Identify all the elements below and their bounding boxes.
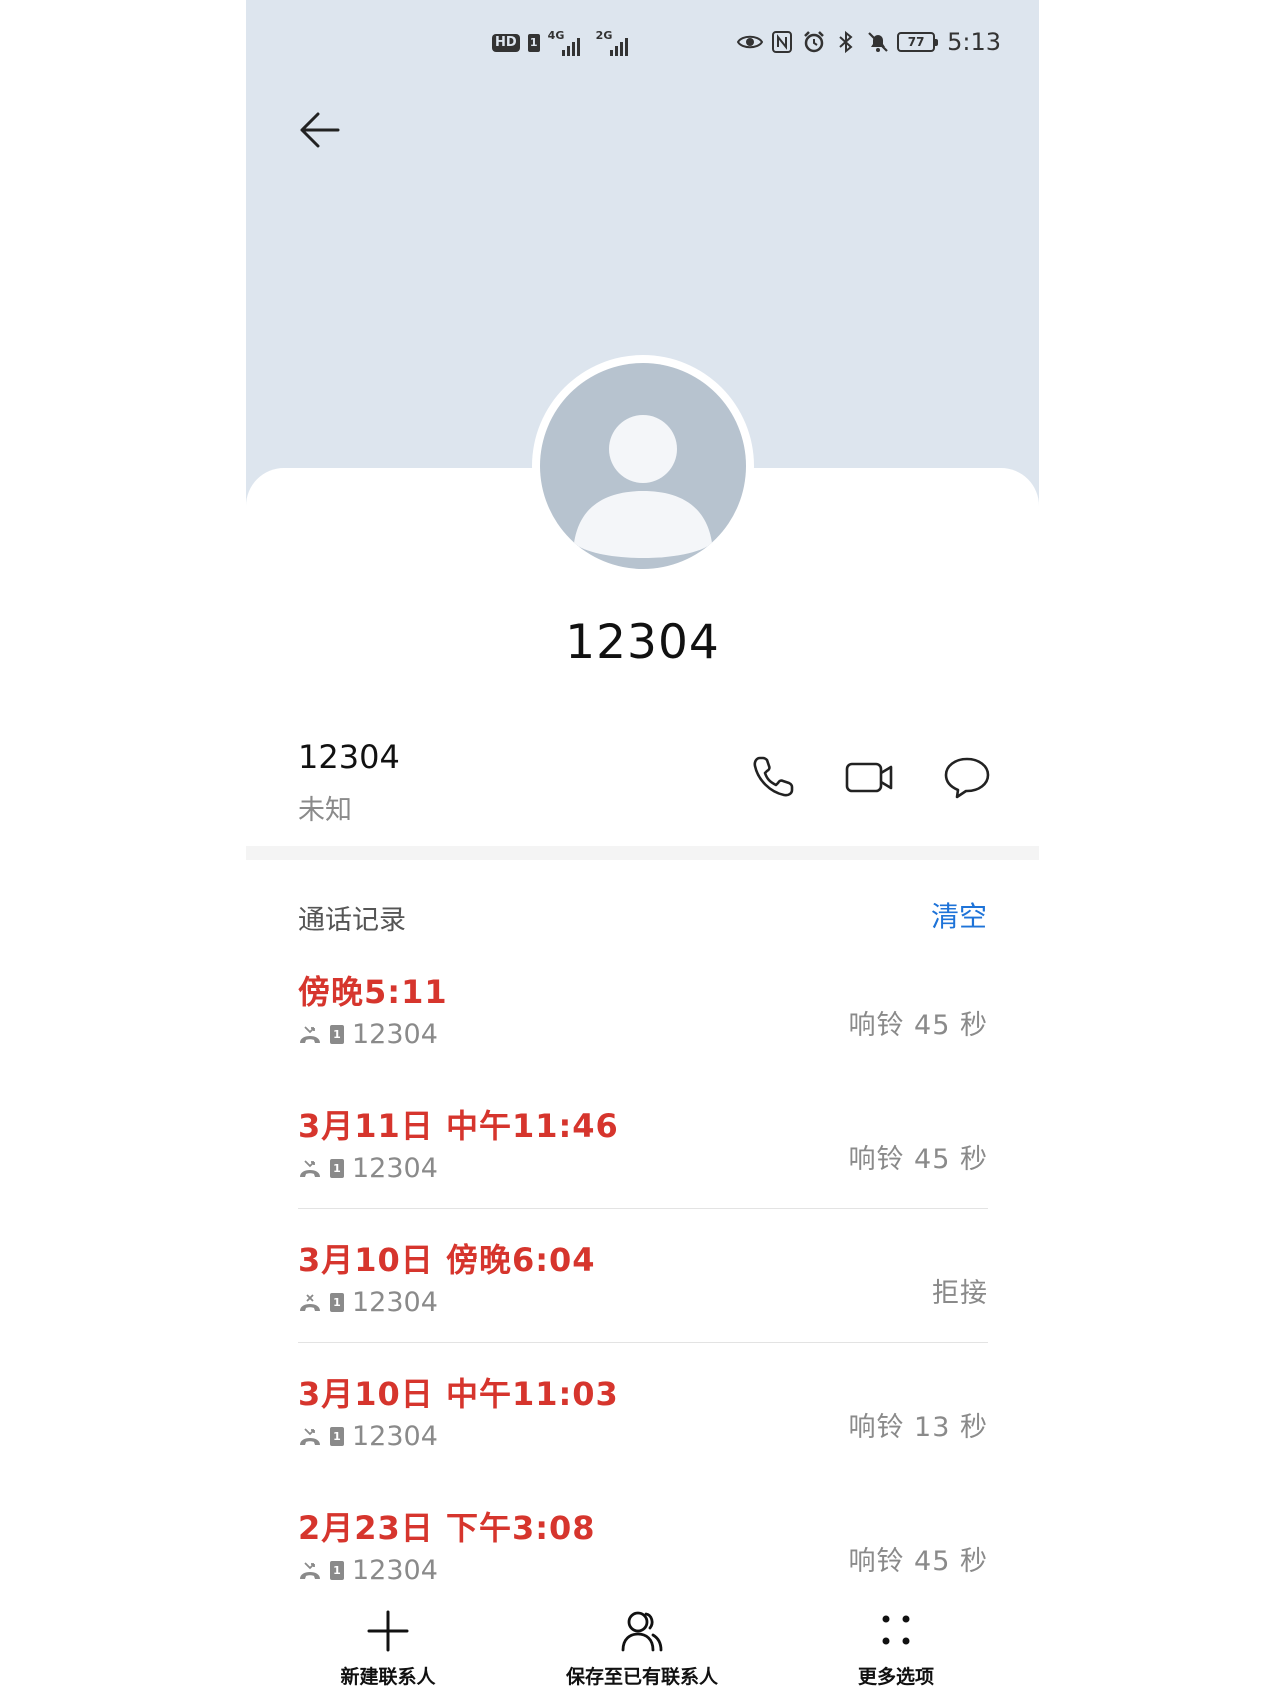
section-separator (246, 846, 1039, 860)
new-contact-button[interactable]: 新建联系人 (258, 1608, 518, 1706)
person-add-icon (621, 1611, 663, 1652)
call-log-item[interactable]: 3月10日 傍晚6:04 1 12304 拒接 (298, 1235, 988, 1369)
row-divider (298, 1342, 988, 1343)
missed-call-icon (300, 1427, 320, 1445)
call-number: 12304 (352, 1153, 438, 1184)
sim-card-icon: 1 (527, 34, 540, 52)
eye-icon (737, 29, 764, 55)
back-button[interactable] (294, 104, 346, 156)
plus-icon (367, 1610, 409, 1652)
more-dots-icon (882, 1615, 910, 1645)
chat-bubble-icon (944, 757, 990, 799)
missed-call-icon (300, 1025, 320, 1043)
sim-card-icon: 1 (330, 1159, 344, 1178)
missed-call-icon (300, 1561, 320, 1579)
alarm-icon (801, 29, 827, 55)
status-time: 5:13 (947, 28, 1001, 56)
call-duration: 拒接 (932, 1278, 988, 1309)
arrow-left-icon (300, 112, 340, 148)
battery-icon: 77 (897, 32, 939, 52)
hd-icon: HD (492, 34, 520, 52)
call-duration: 响铃 13 秒 (848, 1412, 988, 1443)
voice-call-button[interactable] (748, 752, 798, 802)
call-number: 12304 (352, 1421, 438, 1452)
phone-screen: HD 1 4G 2G 77 5:13 12304 12304 未知 通话记录 清… (246, 0, 1039, 1706)
call-number: 12304 (352, 1555, 438, 1586)
nfc-icon (769, 29, 795, 55)
number-row[interactable]: 12304 未知 (298, 738, 998, 828)
contact-name: 12304 (565, 615, 720, 670)
call-duration: 响铃 45 秒 (848, 1144, 988, 1175)
missed-call-icon (300, 1159, 320, 1177)
sim-card-icon: 1 (330, 1427, 344, 1446)
call-log-item[interactable]: 傍晚5:11 1 12304 响铃 45 秒 (298, 967, 988, 1101)
signal-4g-icon: 4G (548, 30, 588, 56)
sim-card-icon: 1 (330, 1293, 344, 1312)
more-options-button[interactable]: 更多选项 (766, 1608, 1026, 1706)
call-time: 3月10日 傍晚6:04 (298, 1241, 596, 1279)
sim-card-icon: 1 (330, 1561, 344, 1580)
call-number: 12304 (352, 1287, 438, 1318)
status-bar-right: 77 5:13 (737, 28, 1001, 56)
call-time: 3月10日 中午11:03 (298, 1375, 619, 1413)
row-divider (298, 1208, 988, 1209)
message-button[interactable] (942, 752, 992, 802)
bluetooth-icon (833, 29, 859, 55)
call-time: 傍晚5:11 (298, 973, 448, 1011)
clear-history-button[interactable]: 清空 (931, 895, 987, 935)
call-history-title: 通话记录 (298, 905, 406, 936)
phone-icon (753, 756, 794, 797)
call-duration: 响铃 45 秒 (848, 1546, 988, 1577)
call-number: 12304 (352, 1019, 438, 1050)
bottom-action-bar: 新建联系人 保存至已有联系人 更多选项 (246, 1608, 1039, 1706)
call-time: 3月11日 中午11:46 (298, 1107, 619, 1145)
signal-2g-icon: 2G (596, 30, 636, 56)
bell-muted-icon (865, 29, 891, 55)
call-time: 2月23日 下午3:08 (298, 1509, 596, 1547)
call-log-item[interactable]: 3月10日 中午11:03 1 12304 响铃 13 秒 (298, 1369, 988, 1503)
number-location: 未知 (298, 795, 352, 826)
sim-card-icon: 1 (330, 1025, 344, 1044)
call-log-item[interactable]: 3月11日 中午11:46 1 12304 响铃 45 秒 (298, 1101, 988, 1235)
avatar (532, 355, 754, 577)
save-to-existing-contact-button[interactable]: 保存至已有联系人 (512, 1608, 772, 1706)
video-call-button[interactable] (844, 752, 894, 802)
phone-number: 12304 (298, 738, 400, 776)
call-duration: 响铃 45 秒 (848, 1010, 988, 1041)
person-placeholder-icon (574, 415, 712, 558)
status-bar: HD 1 4G 2G 77 5:13 (246, 0, 1039, 90)
status-bar-left: HD 1 4G 2G (492, 30, 636, 56)
rejected-call-icon (300, 1293, 320, 1311)
video-camera-icon (845, 762, 893, 793)
